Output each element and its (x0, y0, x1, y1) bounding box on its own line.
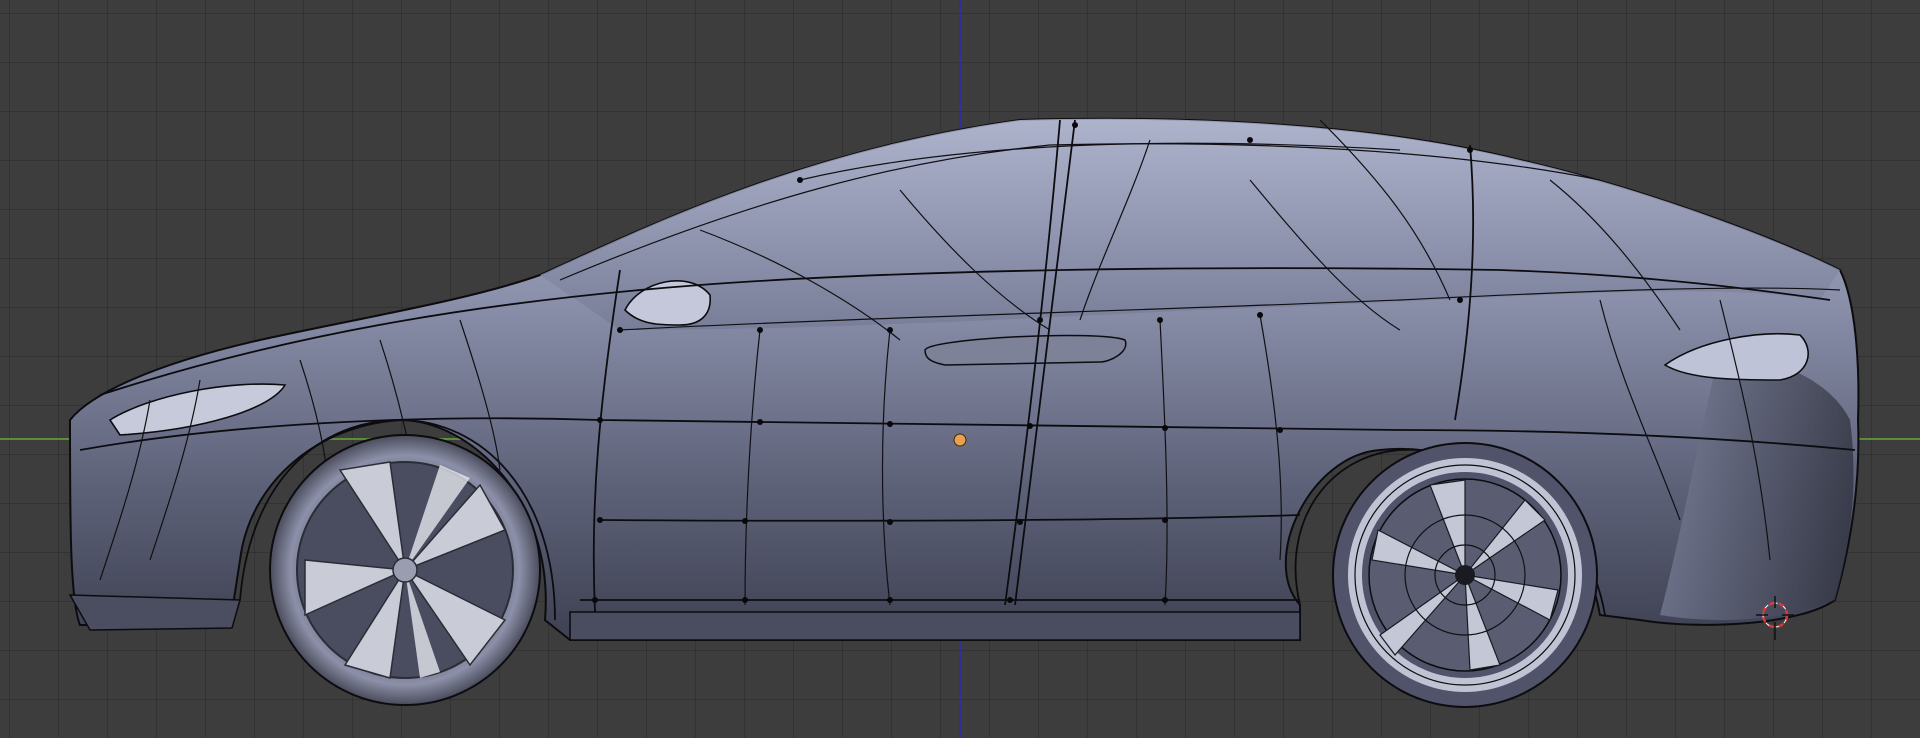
front-wheel[interactable] (269, 434, 541, 706)
rear-wheel[interactable] (1332, 442, 1598, 708)
3d-viewport[interactable] (0, 0, 1920, 738)
car-mesh[interactable] (0, 0, 1920, 738)
object-origin-icon[interactable] (953, 433, 967, 447)
